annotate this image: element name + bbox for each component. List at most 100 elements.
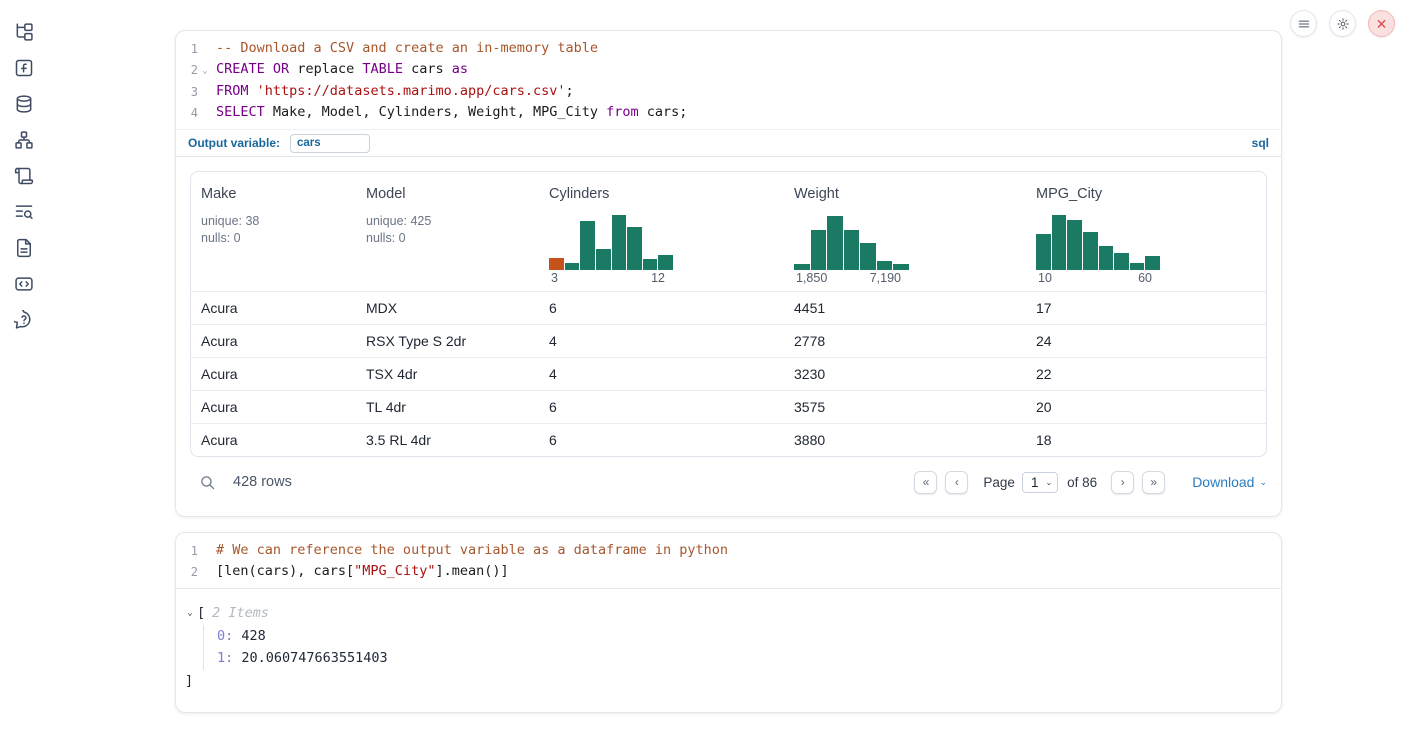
tree-root: ⌄ [ 2 Items [183, 602, 1267, 625]
sql-output-area: Makeunique: 38nulls: 0Modelunique: 425nu… [176, 157, 1281, 498]
download-label: Download [1192, 474, 1254, 490]
code-line[interactable]: 3FROM 'https://datasets.marimo.app/cars.… [176, 81, 1281, 102]
dependency-graph-icon[interactable] [14, 130, 34, 150]
tree-entry[interactable]: 0: 428 [217, 625, 1267, 648]
code-line[interactable]: 2⌄CREATE OR replace TABLE cars as [176, 59, 1281, 81]
scratchpad-icon[interactable] [14, 166, 34, 186]
table-row[interactable]: AcuraTSX 4dr4323022 [191, 357, 1266, 390]
column-stats: unique: 38nulls: 0 [201, 213, 346, 247]
histogram-bar [658, 255, 673, 270]
chevron-down-icon: ⌄ [1259, 477, 1267, 488]
table-row[interactable]: Acura3.5 RL 4dr6388018 [191, 423, 1266, 456]
histogram-bar [860, 243, 876, 270]
histogram-axis-labels: 1,850 7,190 [794, 271, 909, 285]
histogram-bar [877, 261, 893, 270]
axis-min-label: 10 [1038, 271, 1052, 285]
output-variable-label: Output variable: [188, 136, 280, 150]
fold-slot [198, 561, 212, 582]
column-header-mpg_city[interactable]: MPG_City1060 [1026, 186, 1266, 285]
code-line[interactable]: 1# We can reference the output variable … [176, 540, 1281, 561]
histogram-bar [1052, 215, 1067, 270]
column-header-make[interactable]: Make unique: 38nulls: 0 [191, 186, 356, 285]
language-badge[interactable]: sql [1252, 136, 1269, 150]
previous-page-button[interactable]: ‹ [945, 471, 968, 494]
collapse-chevron-icon[interactable]: ⌄ [183, 602, 197, 625]
histogram-bar [643, 259, 658, 270]
tree-entry[interactable]: 1: 20.060747663551403 [217, 647, 1267, 670]
code-line[interactable]: 4SELECT Make, Model, Cylinders, Weight, … [176, 102, 1281, 123]
next-page-icon: › [1121, 475, 1125, 489]
previous-page-icon: ‹ [955, 475, 959, 489]
code-line[interactable]: 2[len(cars), cars["MPG_City"].mean()] [176, 561, 1281, 582]
snippets-icon[interactable] [14, 274, 34, 294]
axis-max-label: 7,190 [870, 271, 901, 285]
histogram-bar [1067, 220, 1082, 270]
column-header-weight[interactable]: Weight1,8507,190 [784, 186, 1026, 285]
table-cell: MDX [356, 300, 539, 316]
column-stat: nulls: 0 [201, 230, 346, 247]
page-label: Page [983, 475, 1015, 490]
histogram-bar [549, 258, 564, 270]
table-row[interactable]: AcuraMDX6445117 [191, 291, 1266, 324]
histogram-axis-labels: 312 [549, 271, 673, 285]
histogram-bar [811, 230, 827, 270]
close-icon: ✕ [1376, 17, 1388, 31]
column-title: Model [366, 186, 529, 202]
download-button[interactable]: Download ⌄ [1192, 474, 1267, 490]
search-icon[interactable] [199, 474, 216, 491]
histogram-bar [844, 230, 860, 270]
menu-button[interactable] [1290, 10, 1317, 37]
tree-entry-key: 0: [217, 628, 241, 644]
last-page-icon: » [1150, 475, 1157, 489]
axis-min-label: 3 [551, 271, 558, 285]
table-cell: 24 [1026, 333, 1266, 349]
histogram-bar [1099, 246, 1114, 270]
table-cell: Acura [191, 366, 356, 382]
table-cell: 22 [1026, 366, 1266, 382]
column-histogram[interactable]: 312 [549, 213, 673, 285]
shutdown-button[interactable]: ✕ [1368, 10, 1395, 37]
table-cell: 4 [539, 333, 784, 349]
output-variable-row: Output variable: sql [176, 129, 1281, 157]
code-line[interactable]: 1-- Download a CSV and create an in-memo… [176, 38, 1281, 59]
table-cell: Acura [191, 300, 356, 316]
fold-chevron-icon[interactable]: ⌄ [198, 59, 212, 81]
table-cell: 18 [1026, 432, 1266, 448]
column-header-model[interactable]: Model unique: 425nulls: 0 [356, 186, 539, 285]
code-text: # We can reference the output variable a… [212, 540, 728, 561]
table-row[interactable]: AcuraRSX Type S 2dr4277824 [191, 324, 1266, 357]
table-row[interactable]: AcuraTL 4dr6357520 [191, 390, 1266, 423]
settings-button[interactable] [1329, 10, 1356, 37]
column-histogram[interactable]: 1,850 7,190 [794, 213, 909, 285]
notebook-actions: ✕ [1290, 10, 1395, 37]
next-page-button[interactable]: › [1111, 471, 1134, 494]
file-explorer-icon[interactable] [14, 22, 34, 42]
column-stat: unique: 425 [366, 213, 529, 230]
variables-icon[interactable] [14, 58, 34, 78]
last-page-button[interactable]: » [1142, 471, 1165, 494]
column-histogram[interactable]: 1060 [1036, 213, 1160, 285]
sql-code-editor[interactable]: 1-- Download a CSV and create an in-memo… [176, 31, 1281, 129]
first-page-button[interactable]: « [914, 471, 937, 494]
histogram-bar [794, 264, 810, 270]
output-variable-input[interactable] [290, 134, 370, 153]
code-text: CREATE OR replace TABLE cars as [212, 59, 468, 81]
table-cell: 3880 [784, 432, 1026, 448]
column-header-cylinders[interactable]: Cylinders 312 [539, 186, 784, 285]
python-output-tree: ⌄ [ 2 Items 0: 4281: 20.060747663551403 … [176, 589, 1281, 692]
axis-min-label: 1,850 [796, 271, 827, 285]
column-title: Cylinders [549, 186, 774, 202]
documentation-icon[interactable] [14, 238, 34, 258]
histogram-bars [549, 213, 673, 270]
help-icon[interactable] [14, 310, 34, 330]
logs-icon[interactable] [14, 202, 34, 222]
page-select[interactable]: 1 ⌄ [1022, 472, 1058, 493]
data-sources-icon[interactable] [14, 94, 34, 114]
column-title: Make [201, 186, 346, 202]
histogram-bar [827, 216, 843, 270]
tree-entry-key: 1: [217, 650, 241, 666]
histogram-bar [1036, 234, 1051, 270]
column-stat: nulls: 0 [366, 230, 529, 247]
python-code-editor[interactable]: 1# We can reference the output variable … [176, 533, 1281, 588]
code-text: -- Download a CSV and create an in-memor… [212, 38, 598, 59]
